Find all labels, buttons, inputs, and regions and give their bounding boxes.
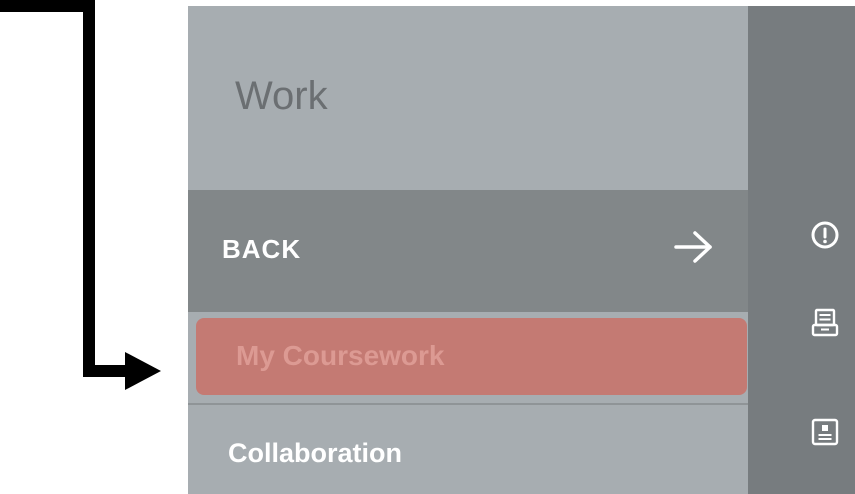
menu-divider (188, 403, 748, 405)
arrow-right-icon (674, 230, 714, 269)
icon-rail (748, 6, 855, 494)
menu-item-collaboration[interactable]: Collaboration (188, 406, 748, 494)
menu-panel: Work BACK My Coursework Collaboration (188, 6, 748, 494)
menu-item-label: Collaboration (228, 438, 402, 468)
archive-tray-icon[interactable] (810, 308, 840, 338)
menu-item-my-coursework[interactable]: My Coursework (196, 318, 747, 395)
menu-item-label: My Coursework (236, 340, 445, 371)
contact-card-icon[interactable] (810, 417, 840, 447)
back-button[interactable]: BACK (188, 190, 748, 312)
back-label: BACK (222, 234, 302, 264)
info-icon[interactable] (810, 220, 840, 250)
annotation-arrowhead (125, 352, 161, 390)
annotation-line-vertical (83, 0, 95, 377)
menu-title: Work (235, 74, 328, 118)
annotation-line-top (0, 0, 95, 12)
